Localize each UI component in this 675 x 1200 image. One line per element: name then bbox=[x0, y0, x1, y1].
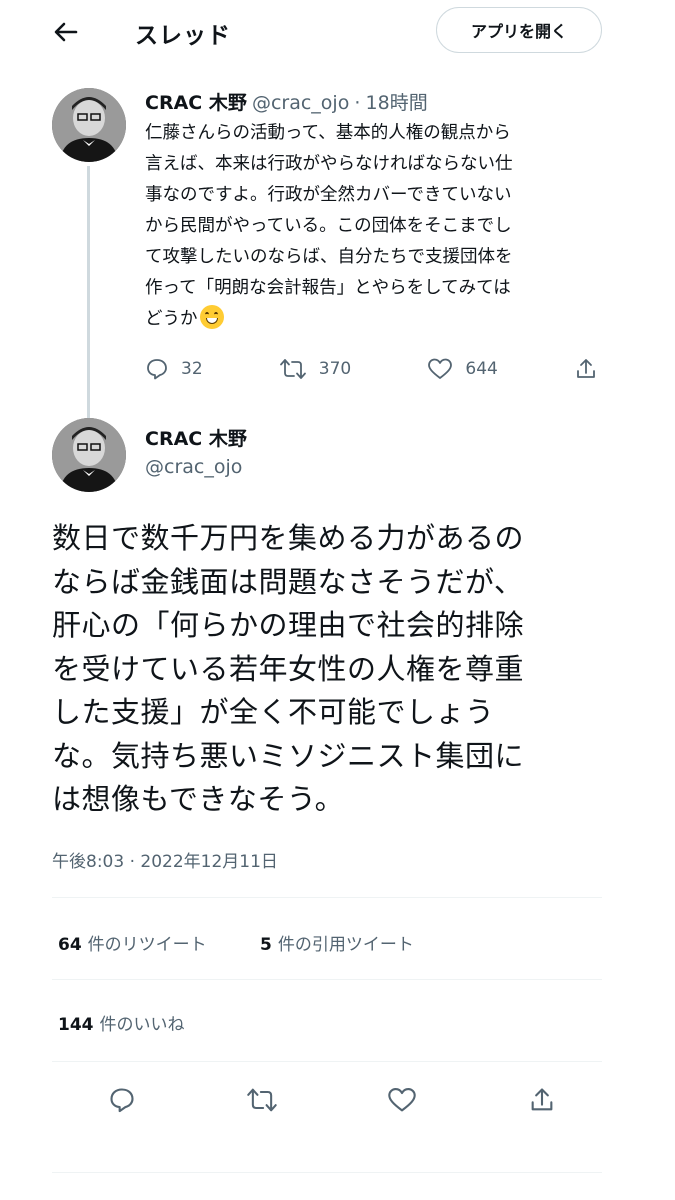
avatar[interactable] bbox=[52, 418, 126, 492]
retweet-icon bbox=[279, 357, 319, 381]
divider bbox=[52, 979, 602, 980]
open-app-button[interactable]: アプリを開く bbox=[436, 7, 602, 53]
reply-button[interactable] bbox=[102, 1080, 142, 1120]
retweet-button[interactable] bbox=[242, 1080, 282, 1120]
like-stat-label: 件のいいね bbox=[99, 1015, 185, 1035]
back-arrow-icon[interactable] bbox=[48, 14, 84, 50]
separator: · bbox=[354, 92, 361, 114]
page-title: スレッド bbox=[135, 23, 231, 49]
share-icon bbox=[574, 357, 610, 381]
like-stat-count: 144 bbox=[58, 1015, 94, 1035]
like-count: 644 bbox=[465, 359, 498, 379]
reply-tweet-actions: 32 370 644 bbox=[145, 352, 610, 386]
main-tweet-text: 数日で数千万円を集める力があるの ならば金銭面は問題なさそうだが、 肝心の「何ら… bbox=[52, 521, 525, 816]
avatar[interactable] bbox=[52, 88, 126, 162]
like-button[interactable] bbox=[382, 1080, 422, 1120]
divider bbox=[52, 1172, 602, 1173]
author-handle[interactable]: @crac_ojo bbox=[145, 456, 242, 478]
divider bbox=[52, 1061, 602, 1062]
reply-icon bbox=[108, 1086, 136, 1114]
author-name[interactable]: CRAC 木野 bbox=[145, 92, 247, 114]
reply-tweet-header: CRAC 木野 @crac_ojo · 18時間 bbox=[145, 88, 428, 115]
divider bbox=[52, 897, 602, 898]
quote-stat-label: 件の引用ツイート bbox=[277, 935, 414, 955]
retweet-stats[interactable]: 64 件のリツイート bbox=[58, 930, 207, 955]
thread-connector-line bbox=[87, 166, 90, 418]
retweet-stat-count: 64 bbox=[58, 935, 82, 955]
retweet-stat-label: 件のリツイート bbox=[87, 935, 207, 955]
retweet-button[interactable]: 370 bbox=[279, 357, 351, 381]
like-icon bbox=[427, 357, 465, 381]
share-button[interactable] bbox=[522, 1080, 562, 1120]
like-stats[interactable]: 144 件のいいね bbox=[58, 1010, 185, 1035]
share-button[interactable] bbox=[574, 357, 610, 381]
time-ago[interactable]: 18時間 bbox=[366, 92, 428, 114]
reply-tweet-text: 仁藤さんらの活動って、基本的人権の観点から 言えば、本来は行政がやらなければなら… bbox=[145, 118, 605, 335]
main-tweet-actions bbox=[102, 1078, 562, 1122]
author-name[interactable]: CRAC 木野 bbox=[145, 424, 247, 451]
grinning-face-emoji-icon bbox=[199, 305, 224, 329]
retweet-count: 370 bbox=[318, 359, 352, 379]
author-handle[interactable]: @crac_ojo bbox=[252, 92, 349, 114]
reply-icon bbox=[145, 357, 181, 381]
retweet-icon bbox=[246, 1086, 278, 1114]
like-button[interactable]: 644 bbox=[427, 357, 498, 381]
share-icon bbox=[528, 1086, 556, 1114]
like-icon bbox=[387, 1086, 417, 1114]
reply-count: 32 bbox=[181, 359, 203, 379]
tweet-timestamp[interactable]: 午後8:03 · 2022年12月11日 bbox=[52, 847, 278, 872]
reply-tweet-body: 仁藤さんらの活動って、基本的人権の観点から 言えば、本来は行政がやらなければなら… bbox=[145, 123, 513, 329]
top-bar: スレッド アプリを開く bbox=[0, 0, 675, 70]
quote-stat-count: 5 bbox=[260, 935, 272, 955]
reply-button[interactable]: 32 bbox=[145, 357, 203, 381]
quote-stats[interactable]: 5 件の引用ツイート bbox=[260, 930, 414, 955]
